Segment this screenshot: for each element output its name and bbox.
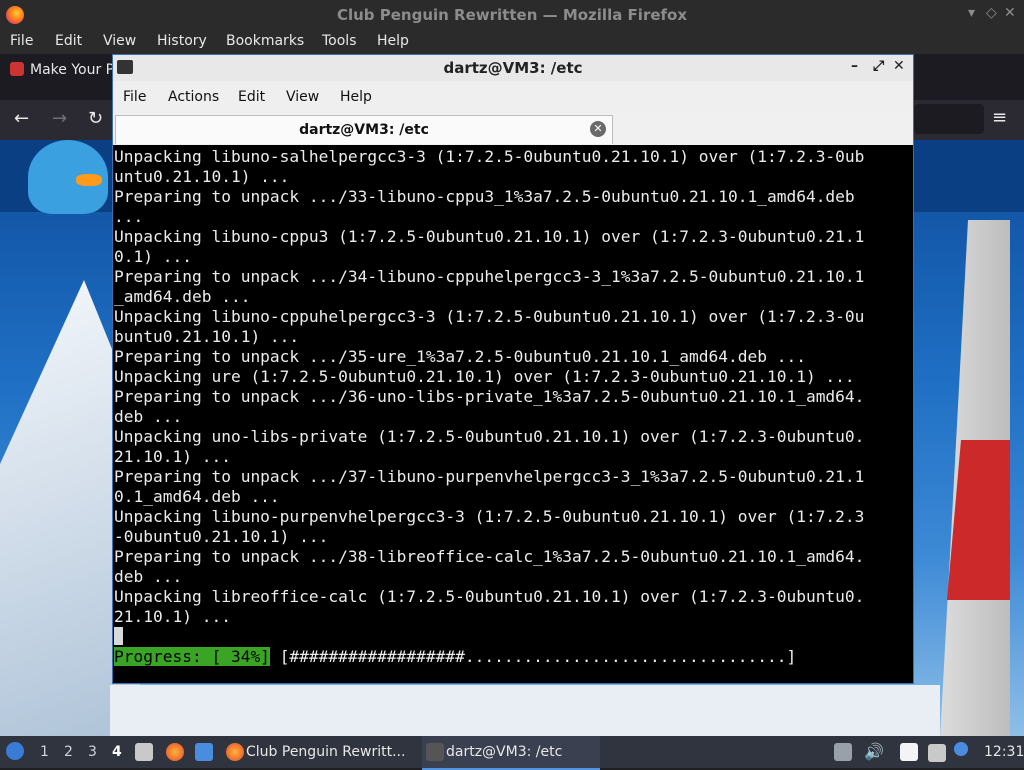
penguin-mascot-image bbox=[28, 140, 108, 214]
penguin-crowd-image bbox=[110, 685, 940, 736]
terminal-tab[interactable]: dartz@VM3: /etc ✕ bbox=[115, 115, 613, 144]
terminal-line: ... bbox=[114, 207, 144, 226]
task-terminal-label: dartz@VM3: /etc bbox=[446, 744, 563, 760]
terminal-line: 21.10.1) ... bbox=[114, 447, 231, 466]
terminal-line: Unpacking uno-libs-private (1:7.2.5-0ubu… bbox=[114, 427, 865, 446]
show-desktop-icon[interactable] bbox=[195, 743, 213, 761]
firefox-task-icon bbox=[226, 743, 244, 761]
firefox-launcher-icon[interactable] bbox=[166, 743, 184, 761]
url-bar[interactable] bbox=[914, 104, 984, 134]
task-firefox-label: Club Penguin Rewritt... bbox=[246, 744, 406, 760]
start-menu-icon[interactable] bbox=[6, 742, 24, 760]
terminal-menu-view[interactable]: View bbox=[286, 89, 319, 105]
terminal-menu-actions[interactable]: Actions bbox=[168, 89, 219, 105]
terminal-menu-file[interactable]: File bbox=[123, 89, 146, 105]
terminal-line: Preparing to unpack .../36-uno-libs-priv… bbox=[114, 387, 865, 406]
notification-icon[interactable] bbox=[954, 742, 968, 756]
terminal-line: Unpacking libreoffice-calc (1:7.2.5-0ubu… bbox=[114, 587, 865, 606]
maximize-icon[interactable]: ◇ bbox=[986, 5, 997, 21]
terminal-line: Unpacking libuno-purpenvhelpergcc3-3 (1:… bbox=[114, 507, 865, 526]
terminal-tabbar: dartz@VM3: /etc ✕ bbox=[113, 113, 913, 145]
terminal-line: deb ... bbox=[114, 407, 183, 426]
workspace-3[interactable]: 3 bbox=[88, 744, 97, 760]
hamburger-menu-icon[interactable]: ≡ bbox=[992, 107, 1007, 128]
terminal-cursor bbox=[114, 627, 123, 645]
terminal-line: _amd64.deb ... bbox=[114, 287, 251, 306]
network-icon[interactable] bbox=[928, 744, 946, 762]
ff-menu-edit[interactable]: Edit bbox=[55, 33, 82, 49]
firefox-titlebar: Club Penguin Rewritten — Mozilla Firefox… bbox=[0, 0, 1024, 30]
progress-bar: [##################.....................… bbox=[279, 647, 797, 666]
terminal-line: 21.10.1) ... bbox=[114, 607, 231, 626]
terminal-line: Preparing to unpack .../35-ure_1%3a7.2.5… bbox=[114, 347, 806, 366]
firefox-tab[interactable]: Make Your P bbox=[4, 62, 114, 78]
terminal-line: 0.1) ... bbox=[114, 247, 192, 266]
terminal-menu-help[interactable]: Help bbox=[340, 89, 372, 105]
terminal-menubar: File Actions Edit View Help bbox=[113, 81, 913, 113]
clipboard-icon[interactable] bbox=[900, 743, 918, 761]
terminal-minimize-icon[interactable]: – bbox=[851, 58, 858, 74]
firefox-window-title: Club Penguin Rewritten — Mozilla Firefox bbox=[336, 6, 688, 24]
task-terminal[interactable]: dartz@VM3: /etc bbox=[422, 736, 600, 770]
terminal-line: deb ... bbox=[114, 567, 183, 586]
close-icon[interactable]: ✕ bbox=[1004, 5, 1016, 21]
forward-icon[interactable]: → bbox=[52, 108, 67, 129]
lighthouse-stripe-image bbox=[947, 440, 1010, 600]
terminal-task-icon bbox=[426, 743, 444, 761]
firefox-menubar: File Edit View History Bookmarks Tools H… bbox=[0, 30, 1024, 54]
terminal-window: dartz@VM3: /etc – ⤢ ✕ File Actions Edit … bbox=[112, 54, 914, 684]
tab-favicon-icon bbox=[10, 62, 24, 76]
progress-label: Progress: [ 34%] bbox=[114, 647, 270, 666]
ff-menu-history[interactable]: History bbox=[157, 33, 207, 49]
terminal-line: Unpacking libuno-salhelpergcc3-3 (1:7.2.… bbox=[114, 147, 865, 166]
workspace-2[interactable]: 2 bbox=[64, 744, 73, 760]
back-icon[interactable]: ← bbox=[14, 108, 29, 129]
file-manager-icon[interactable] bbox=[135, 743, 153, 761]
minimize-icon[interactable]: ▾ bbox=[968, 5, 975, 21]
terminal-line: buntu0.21.10.1) ... bbox=[114, 327, 300, 346]
terminal-close-icon[interactable]: ✕ bbox=[893, 58, 905, 74]
volume-icon[interactable]: 🔊 bbox=[864, 742, 884, 761]
terminal-line: untu0.21.10.1) ... bbox=[114, 167, 290, 186]
terminal-menu-edit[interactable]: Edit bbox=[238, 89, 265, 105]
reload-icon[interactable]: ↻ bbox=[88, 108, 103, 129]
terminal-line: 0.1_amd64.deb ... bbox=[114, 487, 280, 506]
clock: 12:31 bbox=[984, 744, 1024, 760]
terminal-line: Unpacking libuno-cppu3 (1:7.2.5-0ubuntu0… bbox=[114, 227, 865, 246]
workspace-1[interactable]: 1 bbox=[40, 744, 49, 760]
ff-menu-file[interactable]: File bbox=[10, 33, 33, 49]
terminal-line: Unpacking ure (1:7.2.5-0ubuntu0.21.10.1)… bbox=[114, 367, 855, 386]
progress-line: Progress: [ 34%] [##################....… bbox=[114, 647, 912, 667]
terminal-tab-label: dartz@VM3: /etc bbox=[299, 122, 429, 138]
terminal-line: Preparing to unpack .../33-libuno-cppu3_… bbox=[114, 187, 855, 206]
terminal-line: Preparing to unpack .../34-libuno-cppuhe… bbox=[114, 267, 865, 286]
ff-menu-bookmarks[interactable]: Bookmarks bbox=[226, 33, 304, 49]
terminal-line: Unpacking libuno-cppuhelpergcc3-3 (1:7.2… bbox=[114, 307, 865, 326]
workspace-4[interactable]: 4 bbox=[112, 744, 122, 760]
terminal-line: -0ubuntu0.21.10.1) ... bbox=[114, 527, 329, 546]
tray-applet-icon[interactable] bbox=[834, 743, 852, 761]
ff-menu-view[interactable]: View bbox=[103, 33, 136, 49]
ff-menu-tools[interactable]: Tools bbox=[322, 33, 357, 49]
task-firefox[interactable]: Club Penguin Rewritt... bbox=[222, 736, 418, 768]
terminal-restore-icon[interactable]: ⤢ bbox=[873, 58, 884, 74]
terminal-window-title: dartz@VM3: /etc bbox=[443, 59, 583, 77]
terminal-line: Preparing to unpack .../38-libreoffice-c… bbox=[114, 547, 865, 566]
terminal-titlebar: dartz@VM3: /etc – ⤢ ✕ bbox=[113, 55, 913, 81]
terminal-line: Preparing to unpack .../37-libuno-purpen… bbox=[114, 467, 865, 486]
taskbar: 1 2 3 4 Club Penguin Rewritt... dartz@VM… bbox=[0, 736, 1024, 770]
tab-close-icon[interactable]: ✕ bbox=[590, 121, 606, 137]
terminal-output[interactable]: Unpacking libuno-salhelpergcc3-3 (1:7.2.… bbox=[114, 147, 912, 681]
ff-menu-help[interactable]: Help bbox=[377, 33, 409, 49]
firefox-tab-label: Make Your P bbox=[30, 62, 115, 78]
terminal-cursor-line bbox=[114, 627, 912, 647]
